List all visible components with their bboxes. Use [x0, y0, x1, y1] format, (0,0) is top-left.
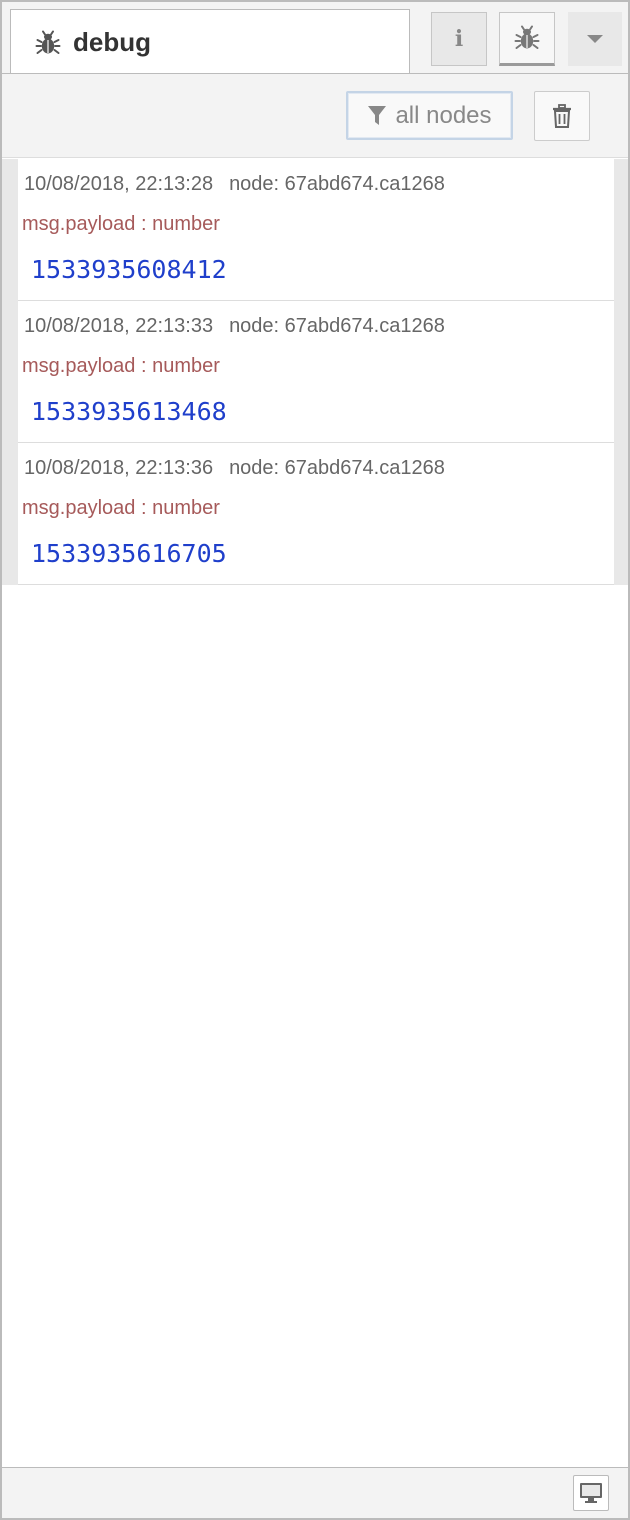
monitor-icon [580, 1483, 602, 1503]
message-value[interactable]: 1533935616705 [31, 539, 227, 568]
chevron-down-icon [587, 35, 603, 43]
debug-message[interactable]: 10/08/2018, 22:13:28 node: 67abd674.ca126… [18, 159, 614, 301]
tab-debug[interactable]: debug [10, 9, 410, 75]
open-debug-window-button[interactable] [573, 1475, 609, 1511]
sidebar-menu-button[interactable] [568, 12, 622, 66]
message-node-link[interactable]: node: 67abd674.ca1268 [229, 173, 445, 195]
debug-message[interactable]: 10/08/2018, 22:13:36 node: 67abd674.ca126… [18, 443, 614, 585]
debug-sidebar: debug i all nodes 10/08/2018, 22:13:28 n… [0, 0, 630, 1520]
info-tab-button[interactable]: i [431, 12, 487, 66]
message-property: msg.payload : number [22, 355, 220, 377]
filter-label: all nodes [395, 101, 492, 129]
clear-messages-button[interactable] [534, 91, 590, 141]
debug-message-area[interactable]: 10/08/2018, 22:13:28 node: 67abd674.ca126… [2, 159, 628, 1467]
tab-debug-label: debug [73, 27, 151, 57]
info-icon: i [454, 26, 464, 52]
trash-icon [553, 104, 571, 128]
message-node-link[interactable]: node: 67abd674.ca1268 [229, 315, 445, 337]
filter-icon [368, 105, 387, 125]
message-property: msg.payload : number [22, 497, 220, 519]
message-meta: 10/08/2018, 22:13:36 node: 67abd674.ca126… [24, 457, 445, 480]
message-meta: 10/08/2018, 22:13:33 node: 67abd674.ca126… [24, 315, 445, 338]
filter-nodes-button[interactable]: all nodes [346, 91, 513, 140]
debug-tab-button[interactable] [499, 12, 555, 66]
sidebar-footer [2, 1467, 628, 1518]
debug-toolbar: all nodes [2, 73, 628, 158]
tab-bar: debug i [2, 2, 628, 75]
message-value[interactable]: 1533935613468 [31, 397, 227, 426]
message-list: 10/08/2018, 22:13:28 node: 67abd674.ca126… [2, 159, 628, 585]
message-timestamp: 10/08/2018, 22:13:28 [24, 173, 214, 195]
bug-icon [35, 30, 61, 54]
debug-message[interactable]: 10/08/2018, 22:13:33 node: 67abd674.ca126… [18, 301, 614, 443]
message-meta: 10/08/2018, 22:13:28 node: 67abd674.ca126… [24, 173, 445, 196]
bug-icon [514, 25, 540, 49]
message-value[interactable]: 1533935608412 [31, 255, 227, 284]
message-property: msg.payload : number [22, 213, 220, 235]
message-node-link[interactable]: node: 67abd674.ca1268 [229, 457, 445, 479]
message-timestamp: 10/08/2018, 22:13:33 [24, 315, 214, 337]
message-timestamp: 10/08/2018, 22:13:36 [24, 457, 214, 479]
